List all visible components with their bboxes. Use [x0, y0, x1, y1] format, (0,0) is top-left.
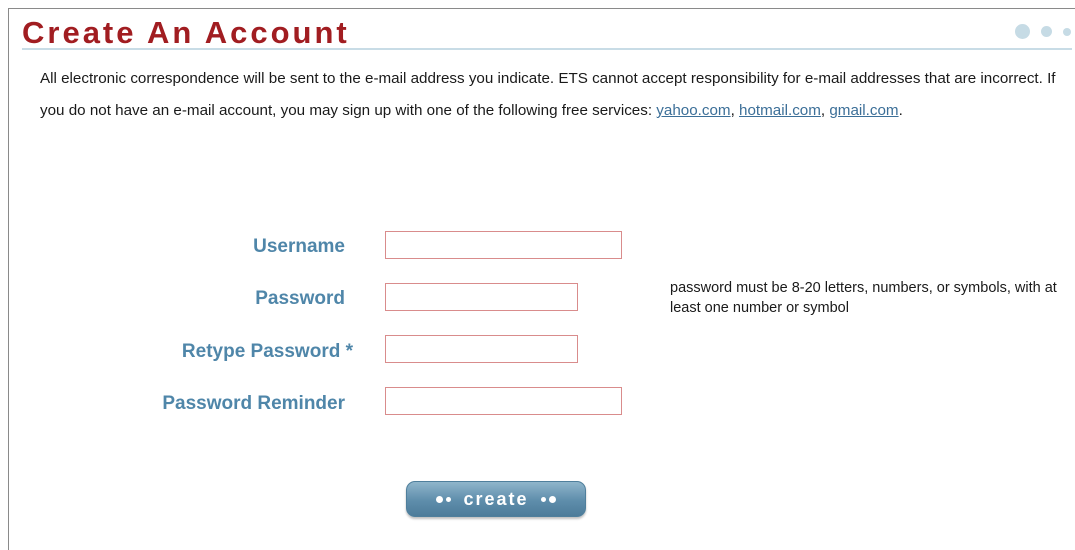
yahoo-link[interactable]: yahoo.com: [656, 102, 730, 119]
intro-end: .: [898, 102, 903, 119]
link-separator: ,: [730, 102, 740, 119]
title-divider: [22, 48, 1072, 50]
dot-icon: [1041, 26, 1052, 37]
password-reminder-field[interactable]: [385, 387, 622, 415]
intro-text: All electronic correspondence will be se…: [40, 63, 1060, 127]
create-button-label: create: [463, 488, 529, 509]
dots-icon: [540, 495, 556, 503]
username-field[interactable]: [385, 231, 622, 259]
password-reminder-label: Password Reminder: [162, 393, 345, 414]
retype-password-label: Retype Password *: [181, 341, 353, 362]
dot-icon: [1063, 27, 1071, 36]
decorative-dots: [1015, 24, 1071, 39]
gmail-link[interactable]: gmail.com: [829, 102, 898, 119]
dot-icon: [1015, 24, 1030, 39]
password-hint: password must be 8-20 letters, numbers, …: [670, 280, 1057, 316]
hotmail-link[interactable]: hotmail.com: [739, 102, 821, 119]
intro-body: All electronic correspondence will be se…: [40, 70, 1056, 119]
retype-password-field[interactable]: [385, 335, 578, 363]
dots-icon: [436, 495, 452, 503]
create-button[interactable]: create: [406, 481, 586, 517]
password-field[interactable]: [385, 283, 578, 311]
page-title: Create An Account: [22, 15, 350, 50]
password-label: Password: [255, 288, 345, 309]
username-label: Username: [253, 236, 345, 257]
